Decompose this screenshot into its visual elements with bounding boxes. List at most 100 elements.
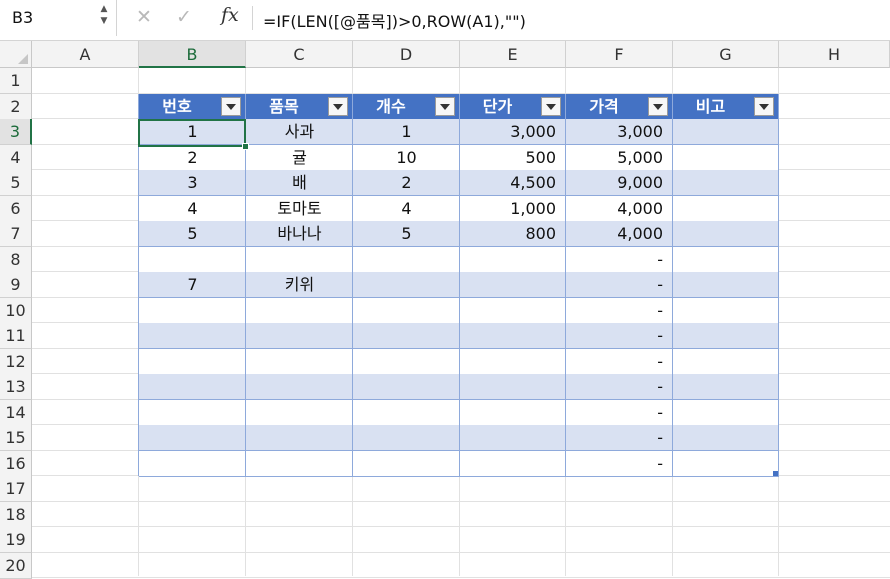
name-box-value[interactable]: B3 [12,8,33,27]
row-header[interactable]: 18 [0,502,32,528]
row-header[interactable]: 17 [0,476,32,502]
table-cell[interactable]: 7 [139,272,246,298]
table-cell[interactable]: - [566,374,673,400]
table-header-cell[interactable]: 번호 [139,94,245,119]
table-column-border [778,94,779,476]
table-cell[interactable]: - [566,247,673,273]
row-header[interactable]: 19 [0,527,32,553]
row-header[interactable]: 8 [0,247,32,273]
cancel-icon[interactable]: ✕ [136,6,152,28]
select-all-corner[interactable] [0,41,32,68]
enter-icon[interactable]: ✓ [176,6,192,28]
table-header-label: 개수 [376,97,406,116]
table-cell[interactable]: 9,000 [566,170,673,196]
row-header[interactable]: 15 [0,425,32,451]
table-header-cell[interactable]: 비고 [673,94,778,119]
gridline-horizontal [32,577,890,578]
gridline-horizontal [32,526,890,527]
table-resize-handle[interactable] [773,471,778,476]
table-cell[interactable]: 10 [353,145,460,171]
table-cell[interactable]: 귤 [246,145,353,171]
table-header-label: 단가 [482,97,513,116]
formula-bar: B3 ▲ ▼ ✕ ✓ fx =IF(LEN([@품목])>0,ROW(A1),""… [0,0,890,37]
column-header[interactable]: H [779,41,890,68]
row-header[interactable]: 2 [0,94,32,120]
row-header[interactable]: 1 [0,68,32,94]
row-header[interactable]: 7 [0,221,32,247]
table-cell[interactable]: - [566,400,673,426]
table-cell[interactable]: 2 [353,170,460,196]
table-cell[interactable]: 4,000 [566,221,673,247]
row-header[interactable]: 16 [0,451,32,477]
table-header-cell[interactable]: 가격 [566,94,672,119]
filter-dropdown-icon[interactable] [754,97,774,116]
row-header[interactable]: 14 [0,400,32,426]
column-header[interactable]: B [139,41,246,68]
insert-function-icon[interactable]: fx [221,4,239,26]
gridline-horizontal [32,552,890,553]
table-cell[interactable]: 배 [246,170,353,196]
name-box-stepper-icon[interactable]: ▲ ▼ [98,3,110,27]
column-header[interactable]: D [353,41,460,68]
table-cell[interactable]: 바나나 [246,221,353,247]
table-cell[interactable]: 5 [139,221,246,247]
table-header-label: 비고 [695,97,726,116]
row-header[interactable]: 5 [0,170,32,196]
table-cell[interactable]: 3 [139,170,246,196]
row-header[interactable]: 3 [0,119,32,145]
table-cell[interactable]: 토마토 [246,196,353,222]
table-header-cell[interactable]: 단가 [460,94,565,119]
formula-separator [252,6,253,30]
column-header[interactable]: F [566,41,673,68]
table-header-label: 번호 [162,97,192,116]
fill-handle[interactable] [242,143,249,150]
row-header[interactable]: 6 [0,196,32,222]
row-header[interactable]: 11 [0,323,32,349]
table-cell[interactable]: 5 [353,221,460,247]
table-header-cell[interactable]: 개수 [353,94,459,119]
table-cell[interactable]: - [566,323,673,349]
table-cell[interactable]: - [566,425,673,451]
table-cell[interactable]: 4,000 [566,196,673,222]
formula-input[interactable]: =IF(LEN([@품목])>0,ROW(A1),"") [263,8,526,32]
table-cell[interactable]: 4 [139,196,246,222]
table-cell[interactable]: 사과 [246,119,353,145]
table-cell[interactable]: 3,000 [566,119,673,145]
table-cell[interactable]: 1 [353,119,460,145]
row-header[interactable]: 10 [0,298,32,324]
table-cell[interactable]: 500 [460,145,566,171]
filter-dropdown-icon[interactable] [541,97,561,116]
table-cell[interactable]: 4,500 [460,170,566,196]
table-cell[interactable]: - [566,451,673,477]
column-header[interactable]: A [32,41,139,68]
table-header-label: 품목 [269,97,299,116]
table-cell[interactable]: - [566,272,673,298]
table-cell[interactable]: 4 [353,196,460,222]
table-row-border [139,476,779,477]
row-header[interactable]: 9 [0,272,32,298]
table-cell[interactable]: 키위 [246,272,353,298]
name-box[interactable]: B3 ▲ ▼ [0,0,117,36]
row-header[interactable]: 4 [0,145,32,171]
filter-dropdown-icon[interactable] [648,97,668,116]
table-cell[interactable]: 5,000 [566,145,673,171]
gridline-horizontal [32,501,890,502]
filter-dropdown-icon[interactable] [328,97,348,116]
row-header[interactable]: 13 [0,374,32,400]
column-header[interactable]: C [246,41,353,68]
column-header[interactable]: E [460,41,566,68]
table-cell[interactable]: 1,000 [460,196,566,222]
filter-dropdown-icon[interactable] [221,97,241,116]
table-cell[interactable]: - [566,298,673,324]
table-header-cell[interactable]: 품목 [246,94,352,119]
table-cell[interactable]: 3,000 [460,119,566,145]
column-header[interactable]: G [673,41,779,68]
active-cell-border[interactable] [138,119,246,147]
row-header[interactable]: 20 [0,553,32,579]
table-cell[interactable]: 2 [139,145,246,171]
table-cell[interactable]: 800 [460,221,566,247]
row-header[interactable]: 12 [0,349,32,375]
table-cell[interactable]: - [566,349,673,375]
filter-dropdown-icon[interactable] [435,97,455,116]
table-header-label: 가격 [589,97,619,116]
